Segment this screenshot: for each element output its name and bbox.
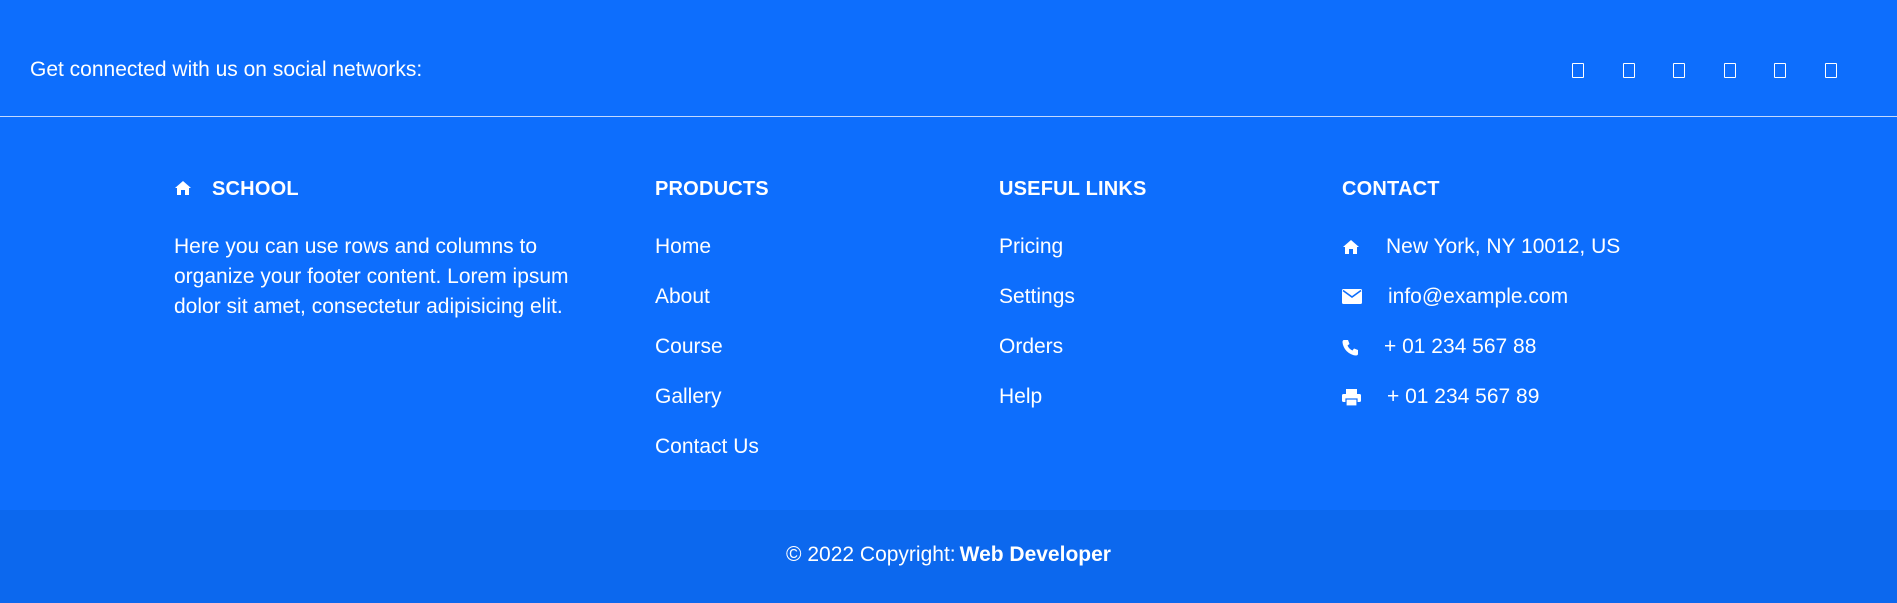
copyright-text: © 2022 Copyright: <box>786 543 956 566</box>
useful-links-title: USEFUL LINKS <box>999 178 1147 200</box>
products-title: PRODUCTS <box>655 178 769 200</box>
google-icon[interactable] <box>1673 63 1685 78</box>
useful-links-list: Pricing Settings Orders Help <box>999 232 1075 432</box>
social-heading: Get connected with us on social networks… <box>30 58 423 81</box>
github-icon[interactable] <box>1825 63 1837 78</box>
products-list: Home About Course Gallery Contact Us <box>655 232 759 482</box>
link-gallery[interactable]: Gallery <box>655 382 759 432</box>
home-icon <box>1343 240 1359 254</box>
contact-phone-text: + 01 234 567 88 <box>1384 335 1537 358</box>
copyright-bar: © 2022 Copyright: Web Developer <box>0 510 1897 603</box>
link-course[interactable]: Course <box>655 332 759 382</box>
copyright: © 2022 Copyright: Web Developer <box>0 543 1897 567</box>
link-contact-us[interactable]: Contact Us <box>655 432 759 482</box>
link-help[interactable]: Help <box>999 382 1075 432</box>
contact-title: CONTACT <box>1342 178 1440 200</box>
contact-fax-text: + 01 234 567 89 <box>1387 385 1540 408</box>
link-home[interactable]: Home <box>655 232 759 282</box>
link-about[interactable]: About <box>655 282 759 332</box>
link-pricing[interactable]: Pricing <box>999 232 1075 282</box>
phone-icon <box>1342 340 1358 356</box>
brand-link[interactable]: Web Developer <box>960 543 1111 566</box>
linkedin-icon[interactable] <box>1774 63 1786 78</box>
twitter-icon[interactable] <box>1623 63 1635 78</box>
print-icon <box>1342 389 1361 406</box>
contact-address-text: New York, NY 10012, US <box>1386 235 1621 258</box>
link-orders[interactable]: Orders <box>999 332 1075 382</box>
social-bar: Get connected with us on social networks… <box>0 0 1897 117</box>
school-section: SCHOOL <box>174 178 299 201</box>
contact-email-text: info@example.com <box>1388 285 1569 308</box>
products-section: PRODUCTS <box>655 178 769 201</box>
instagram-icon[interactable] <box>1724 63 1736 78</box>
school-description: Here you can use rows and columns to org… <box>174 235 569 318</box>
useful-links-section: USEFUL LINKS <box>999 178 1147 201</box>
contact-section: CONTACT <box>1342 178 1440 201</box>
school-title: SCHOOL <box>212 178 299 200</box>
link-settings[interactable]: Settings <box>999 282 1075 332</box>
facebook-icon[interactable] <box>1572 63 1584 78</box>
envelope-icon <box>1342 289 1362 304</box>
home-icon <box>175 181 191 195</box>
